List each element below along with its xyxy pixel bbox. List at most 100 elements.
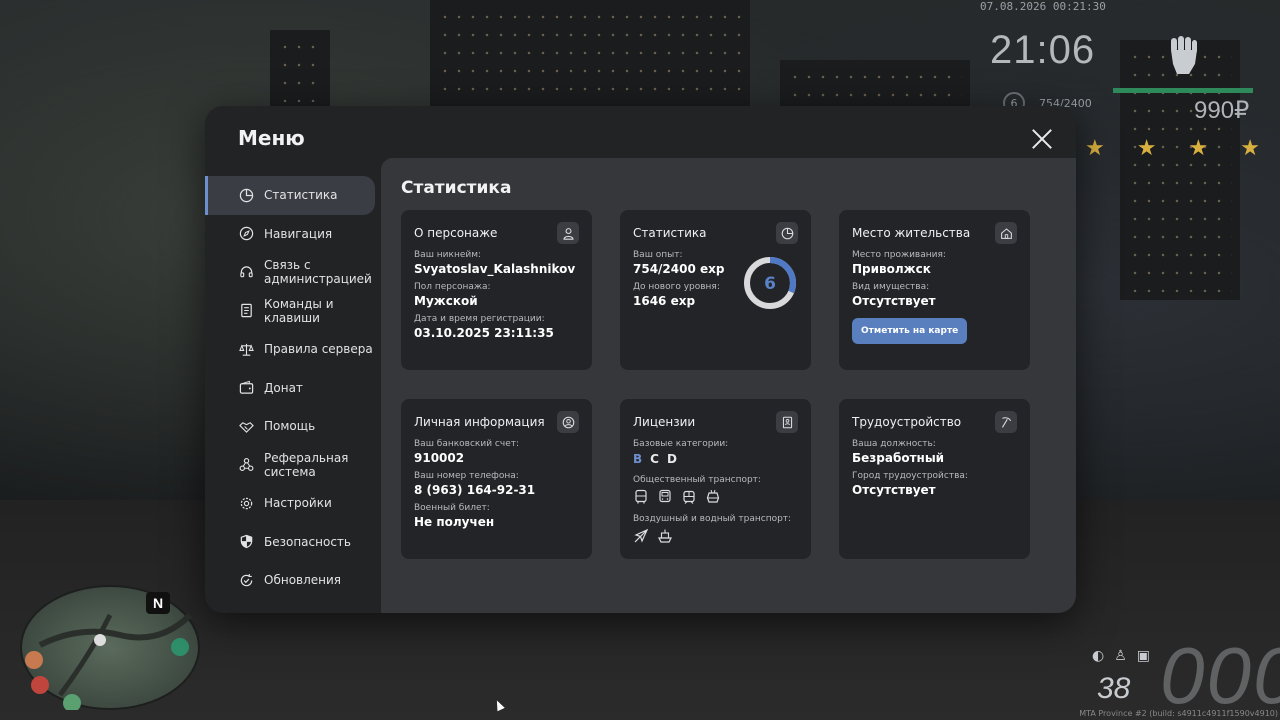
- network-icon: [238, 457, 254, 473]
- sidebar-item-label: Помощь: [264, 419, 316, 434]
- card-title: Место жительства: [852, 226, 971, 240]
- phone-value: 8 (963) 164-92-31: [414, 483, 536, 497]
- public-transport-icons: [633, 489, 798, 505]
- trolleybus-icon: [706, 489, 720, 503]
- close-icon[interactable]: [1031, 128, 1053, 150]
- star-icon: ★: [1085, 136, 1105, 161]
- sidebar-item-label: Безопасность: [264, 534, 351, 549]
- hud-datetime: 07.08.2026 00:21:30: [980, 0, 1106, 13]
- position-value: Безработный: [852, 451, 945, 465]
- field-label: Вид имущества:: [852, 282, 930, 292]
- card-title: Статистика: [633, 226, 707, 240]
- sidebar-item-referral[interactable]: Реферальная система: [205, 446, 381, 485]
- mark-on-map-button[interactable]: Отметить на карте: [852, 318, 968, 344]
- residence-value: Приволжск: [852, 262, 931, 276]
- bus-icon: [635, 489, 647, 504]
- sidebar-item-label: Команды и клавиши: [264, 296, 334, 325]
- card-title: Личная информация: [414, 415, 545, 429]
- document-icon: [238, 303, 254, 319]
- user-icon: [557, 222, 579, 244]
- field-label: Ваш банковский счет:: [414, 439, 520, 449]
- north-indicator: N: [146, 592, 170, 614]
- air-water-transport-icons: [633, 528, 798, 544]
- content-title: Статистика: [401, 178, 512, 198]
- sidebar-item-label: Обновления: [264, 573, 342, 588]
- speedometer-digits: 000: [1160, 631, 1280, 720]
- field-label: Воздушный и водный транспорт:: [633, 514, 792, 524]
- card-title: Трудоустройство: [852, 415, 962, 429]
- id-card-icon: [776, 411, 798, 433]
- sidebar-item-commands[interactable]: Команды и клавиши: [205, 292, 381, 331]
- military-id-value: Не получен: [414, 515, 495, 529]
- sidebar-item-rules[interactable]: Правила сервера: [205, 330, 381, 369]
- job-city-value: Отсутствует: [852, 483, 936, 497]
- sidebar-item-security[interactable]: Безопасность: [205, 523, 381, 562]
- vehicle-status-icons: ◐ ♙ ▣: [1092, 648, 1150, 664]
- license-categories: B C D: [633, 452, 798, 466]
- building: [1120, 40, 1240, 300]
- tram-icon: [683, 490, 695, 504]
- field-label: Дата и время регистрации:: [414, 314, 545, 324]
- sidebar-item-label: Правила сервера: [264, 342, 373, 357]
- sidebar-item-navigation[interactable]: Навигация: [205, 215, 381, 254]
- home-icon: [995, 222, 1017, 244]
- content-panel: Статистика О персонаже Ваш никнейм: Svya…: [381, 158, 1076, 613]
- menu-title: Меню: [238, 126, 305, 150]
- refresh-check-icon: [238, 572, 254, 588]
- sidebar-item-updates[interactable]: Обновления: [205, 561, 381, 600]
- seatbelt-icon: ♙: [1114, 648, 1127, 664]
- nickname-value: Svyatoslav_Kalashnikov: [414, 262, 576, 276]
- field-label: Ваша должность:: [852, 439, 936, 449]
- registration-value: 03.10.2025 23:11:35: [414, 326, 554, 340]
- field-label: Пол персонажа:: [414, 282, 491, 292]
- hud-money: 990₽: [1194, 97, 1250, 124]
- engine-icon: ▣: [1136, 648, 1151, 664]
- card-character: О персонаже Ваш никнейм: Svyatoslav_Kala…: [401, 210, 592, 370]
- license-category-c: C: [650, 452, 659, 466]
- coach-icon: [659, 489, 671, 503]
- card-licenses: Лицензии Базовые категории: B C D Общест…: [620, 399, 811, 559]
- sidebar-item-help[interactable]: Помощь: [205, 407, 381, 446]
- user-circle-icon: [557, 411, 579, 433]
- card-title: О персонаже: [414, 226, 498, 240]
- star-icon: ★: [1188, 136, 1209, 161]
- sidebar-item-settings[interactable]: Настройки: [205, 484, 381, 523]
- building: [430, 0, 750, 110]
- shield-icon: [238, 534, 254, 550]
- sidebar-item-label: Настройки: [264, 496, 332, 511]
- wanted-stars: ★ ★ ★ ★: [1085, 136, 1260, 161]
- menu-window: Меню Статистика Навигация Связь с админи…: [205, 106, 1076, 613]
- sidebar-item-label: Связь с администрацией: [264, 258, 372, 287]
- field-label: Военный билет:: [414, 503, 490, 513]
- scales-icon: [238, 341, 254, 357]
- sidebar: Статистика Навигация Связь с администрац…: [205, 176, 381, 600]
- field-label: Город трудоустройства:: [852, 471, 968, 481]
- sidebar-item-label: Реферальная система: [264, 450, 349, 479]
- building: [270, 30, 330, 110]
- plane-icon: [634, 528, 649, 543]
- fist-icon: [1160, 32, 1206, 78]
- wallet-icon: [238, 380, 254, 396]
- field-label: Общественный транспорт:: [633, 475, 761, 485]
- health-bar: [1113, 88, 1253, 93]
- speed-value: 38: [1097, 672, 1131, 705]
- field-label: Базовые категории:: [633, 439, 729, 449]
- star-icon: ★: [1240, 136, 1260, 161]
- card-personal: Личная информация Ваш банковский счет: 9…: [401, 399, 592, 559]
- compass-icon: [238, 226, 254, 242]
- star-icon: ★: [1136, 136, 1157, 161]
- card-job: Трудоустройство Ваша должность: Безработ…: [839, 399, 1030, 559]
- card-residence: Место жительства Место проживания: Приво…: [839, 210, 1030, 370]
- ship-icon: [658, 529, 672, 543]
- field-label: Место проживания:: [852, 250, 946, 260]
- sidebar-item-statistics[interactable]: Статистика: [205, 176, 375, 215]
- field-label: Ваш номер телефона:: [414, 471, 519, 481]
- sidebar-item-label: Статистика: [264, 188, 338, 203]
- light-icon: ◐: [1092, 648, 1105, 664]
- sidebar-item-contact-admin[interactable]: Связь с администрацией: [205, 253, 381, 292]
- gender-value: Мужской: [414, 294, 478, 308]
- level-progress-ring: 6: [744, 257, 796, 309]
- card-title: Лицензии: [633, 415, 696, 429]
- sidebar-item-donate[interactable]: Донат: [205, 369, 381, 408]
- building: [780, 60, 970, 110]
